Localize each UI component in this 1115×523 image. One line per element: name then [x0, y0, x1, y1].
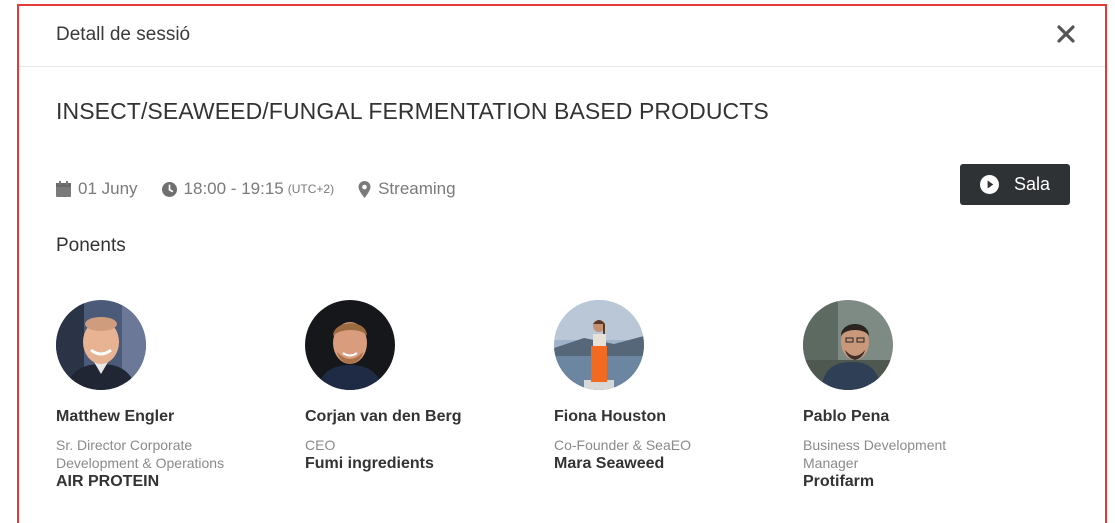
session-date: 01 Juny: [56, 179, 138, 199]
play-circle-icon: [979, 175, 999, 194]
speaker-avatar: [803, 300, 893, 390]
speaker-card[interactable]: Corjan van den Berg CEO Fumi ingredients: [305, 300, 554, 491]
session-time: 18:00 - 19:15 (UTC+2): [161, 179, 335, 199]
close-icon: [1057, 25, 1075, 43]
modal-title: Detall de sessió: [56, 24, 191, 45]
session-detail-modal: Detall de sessió INSECT/SEAWEED/FUNGAL F…: [17, 4, 1107, 523]
speaker-name: Fiona Houston: [554, 408, 666, 425]
session-title: INSECT/SEAWEED/FUNGAL FERMENTATION BASED…: [56, 98, 769, 124]
speaker-role: Business Development Manager: [803, 437, 947, 471]
speaker-card[interactable]: Fiona Houston Co-Founder & SeaEO Mara Se…: [554, 300, 803, 491]
room-button-label: Sala: [1013, 174, 1051, 194]
session-date-text: 01 Juny: [78, 179, 138, 198]
session-time-text: 18:00 - 19:15: [183, 179, 284, 198]
speaker-card[interactable]: Pablo Pena Business Development Manager …: [803, 300, 1052, 491]
speaker-avatar: [554, 300, 644, 390]
speakers-list: Matthew Engler Sr. Director Corporate De…: [56, 300, 1052, 491]
speaker-name: Matthew Engler: [56, 408, 175, 425]
close-button[interactable]: [1055, 23, 1077, 45]
speaker-company: Protifarm: [803, 473, 875, 490]
speakers-section-title: Ponents: [56, 235, 126, 256]
session-location: Streaming: [358, 179, 456, 199]
session-timezone: (UTC+2): [287, 182, 335, 196]
modal-header: Detall de sessió: [19, 6, 1105, 67]
speaker-company: AIR PROTEIN: [56, 473, 160, 490]
room-button[interactable]: Sala: [960, 164, 1070, 205]
speaker-card[interactable]: Matthew Engler Sr. Director Corporate De…: [56, 300, 305, 491]
speaker-company: Fumi ingredients: [305, 455, 434, 472]
speaker-company: Mara Seaweed: [554, 455, 665, 472]
speaker-name: Corjan van den Berg: [305, 408, 462, 425]
map-marker-icon: [358, 180, 371, 198]
session-meta: 01 Juny 18:00 - 19:15 (UTC+2) Streaming: [56, 178, 480, 200]
clock-icon: [161, 181, 177, 197]
speaker-role: Co-Founder & SeaEO: [554, 437, 691, 453]
speaker-avatar: [56, 300, 146, 390]
calendar-icon: [56, 181, 71, 197]
speaker-name: Pablo Pena: [803, 408, 890, 425]
speaker-role: Sr. Director Corporate Development & Ope…: [56, 437, 225, 471]
session-location-text: Streaming: [378, 179, 456, 198]
speaker-avatar: [305, 300, 395, 390]
speaker-role: CEO: [305, 437, 336, 453]
